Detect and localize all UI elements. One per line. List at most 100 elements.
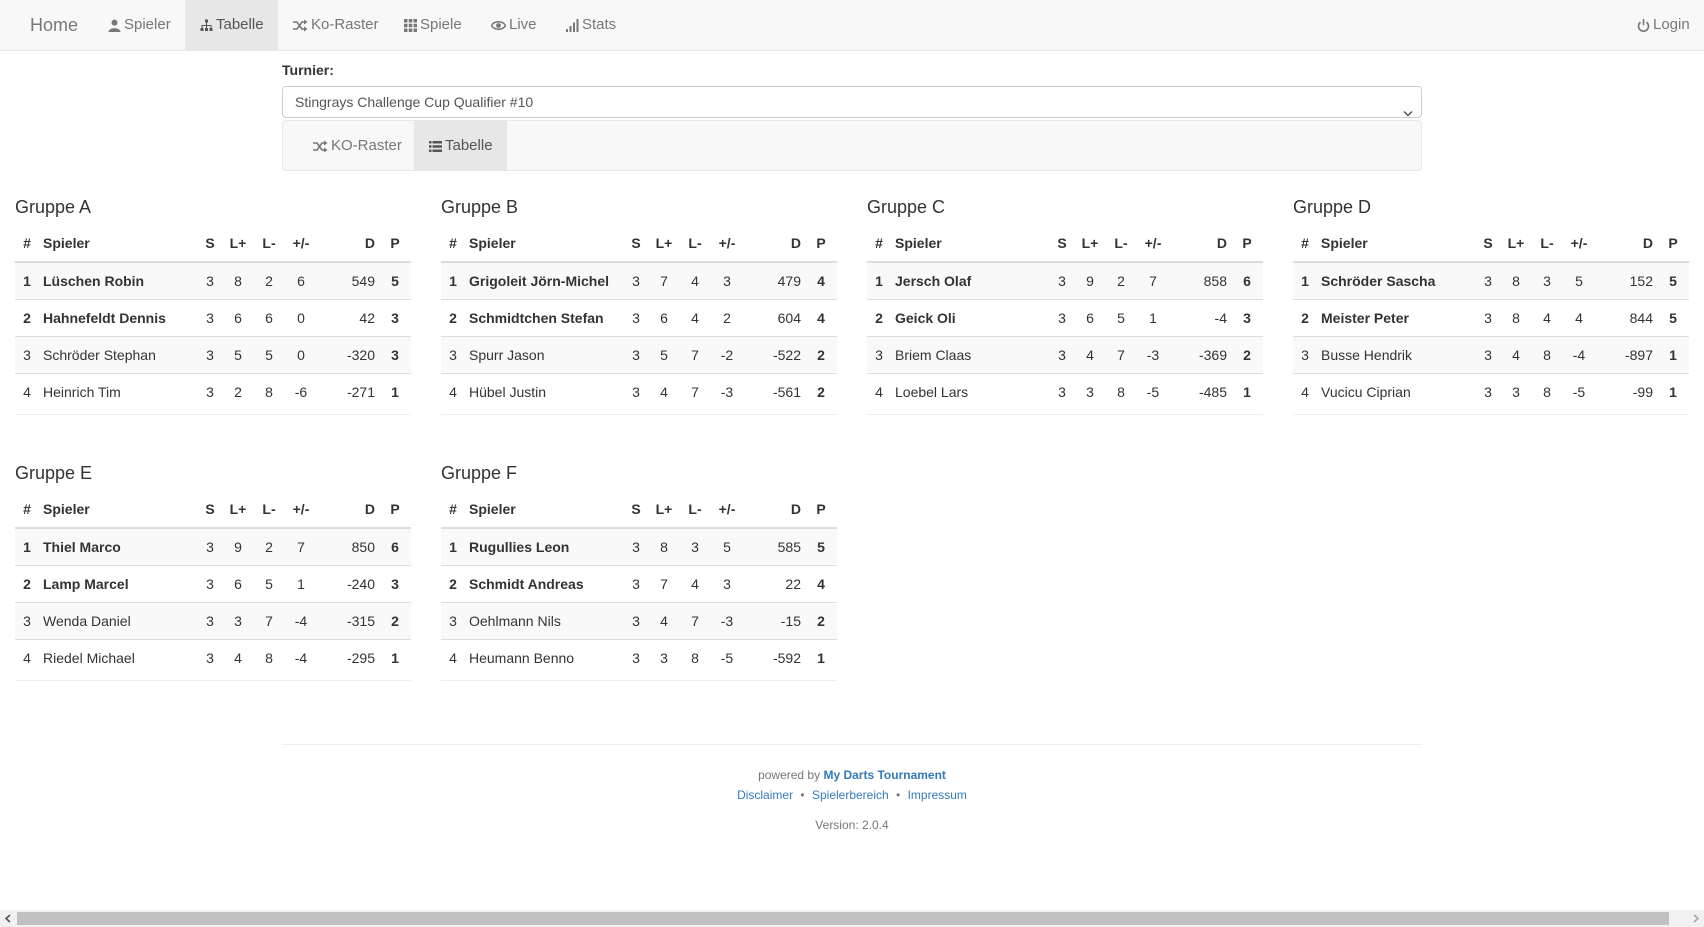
col-header-s: S (1051, 225, 1073, 263)
scrollbar-thumb[interactable] (17, 912, 1669, 925)
cell-name: Meister Peter (1317, 298, 1477, 336)
nav-item-ko-raster[interactable]: Ko-Raster (278, 0, 394, 50)
footer-powered-by: powered by (758, 768, 821, 782)
cell-s: 3 (199, 564, 221, 602)
col-header-lplus: L+ (647, 491, 681, 529)
cell-p: 5 (1657, 298, 1689, 336)
col-header-d: D (319, 225, 379, 263)
power-icon (1637, 18, 1650, 32)
cell-d: -592 (745, 638, 805, 676)
footer-link-impressum[interactable]: Impressum (908, 788, 967, 802)
cell-lplus: 6 (647, 298, 681, 336)
group-title: Gruppe B (441, 197, 519, 217)
cell-name: Wenda Daniel (39, 601, 199, 639)
footer-brand-link[interactable]: My Darts Tournament (823, 768, 945, 782)
footer-link-spielerbereich[interactable]: Spielerbereich (812, 788, 889, 802)
table-row: 3 Schröder Stephan 3 5 5 0 -320 3 (15, 335, 411, 373)
col-header-player: Spieler (465, 225, 625, 263)
table-row: 4 Hübel Justin 3 4 7 -3 -561 2 (441, 372, 837, 410)
col-header-lminus: L- (681, 491, 709, 529)
nav-item-stats[interactable]: Stats (551, 0, 631, 50)
cell-rank: 3 (441, 335, 465, 373)
cell-name: Heumann Benno (465, 638, 625, 676)
group-divider (1293, 414, 1689, 415)
cell-lminus: 5 (1107, 298, 1135, 336)
grid-icon (404, 18, 417, 32)
cell-diff: 3 (709, 262, 745, 299)
cell-diff: 7 (283, 528, 319, 565)
nav-item-live[interactable]: Live (476, 0, 552, 50)
cell-diff: 1 (1135, 298, 1171, 336)
cell-lminus: 4 (681, 298, 709, 336)
cell-diff: -4 (283, 638, 319, 676)
cell-diff: -4 (283, 601, 319, 639)
col-header-p: P (805, 491, 837, 529)
user-icon (108, 19, 121, 32)
scroll-right-arrow-icon[interactable] (1687, 910, 1704, 927)
cell-diff: 0 (283, 298, 319, 336)
group-title: Gruppe C (867, 197, 946, 217)
horizontal-scrollbar[interactable] (0, 910, 1704, 927)
cell-s: 3 (1051, 298, 1073, 336)
cell-p: 6 (379, 528, 411, 565)
subnav-item-tabelle[interactable]: Tabelle (414, 121, 507, 170)
table-row: 4 Riedel Michael 3 4 8 -4 -295 1 (15, 638, 411, 676)
col-header-player: Spieler (1317, 225, 1477, 263)
cell-name: Schröder Stephan (39, 335, 199, 373)
cell-s: 3 (1477, 335, 1499, 373)
table-row: 3 Briem Claas 3 4 7 -3 -369 2 (867, 335, 1263, 373)
cell-lminus: 7 (681, 335, 709, 373)
cell-lminus: 7 (681, 601, 709, 639)
nav-item-spiele[interactable]: Spiele (389, 0, 477, 50)
subnav-item-ko-raster[interactable]: KO-Raster (298, 121, 417, 170)
cell-s: 3 (199, 262, 221, 299)
cell-lplus: 3 (221, 601, 255, 639)
cell-name: Schmidtchen Stefan (465, 298, 625, 336)
scroll-left-arrow-icon[interactable] (0, 910, 17, 927)
table-row: 2 Lamp Marcel 3 6 5 1 -240 3 (15, 564, 411, 602)
cell-d: -315 (319, 601, 379, 639)
tournament-subnav: KO-Raster Tabelle (282, 120, 1422, 171)
cell-p: 1 (1231, 372, 1263, 410)
cell-lminus: 8 (681, 638, 709, 676)
cell-s: 3 (625, 262, 647, 299)
nav-login-link[interactable]: Login (1622, 0, 1704, 50)
group-standings-table: # Spieler S L+ L- +/- D P 1 Lüschen Robin… (15, 225, 411, 410)
table-body: 1 Grigoleit Jörn-Michel 3 7 4 3 479 4 2 Schmidtch… (441, 262, 837, 410)
table-row: 2 Schmidt Andreas 3 7 4 3 22 4 (441, 564, 837, 602)
col-header-d: D (1171, 225, 1231, 263)
col-header-diff: +/- (283, 491, 319, 529)
col-header-diff: +/- (1135, 225, 1171, 263)
cell-s: 3 (1051, 262, 1073, 299)
cell-d: -271 (319, 372, 379, 410)
cell-rank: 3 (15, 601, 39, 639)
cell-lplus: 2 (221, 372, 255, 410)
group-title: Gruppe F (441, 463, 518, 483)
random-icon (293, 19, 308, 32)
cell-p: 5 (1657, 262, 1689, 299)
cell-diff: 3 (709, 564, 745, 602)
cell-p: 1 (805, 638, 837, 676)
cell-diff: 7 (1135, 262, 1171, 299)
cell-p: 2 (805, 601, 837, 639)
cell-lplus: 3 (1499, 372, 1533, 410)
col-header-rank: # (441, 225, 465, 263)
nav-home-link[interactable]: Home (15, 0, 93, 50)
table-row: 2 Meister Peter 3 8 4 4 844 5 (1293, 298, 1689, 336)
nav-item-spieler[interactable]: Spieler (93, 0, 186, 50)
table-row: 3 Oehlmann Nils 3 4 7 -3 -15 2 (441, 601, 837, 639)
footer-link-disclaimer[interactable]: Disclaimer (737, 788, 793, 802)
cell-rank: 1 (15, 262, 39, 299)
cell-lplus: 9 (1073, 262, 1107, 299)
table-row: 4 Loebel Lars 3 3 8 -5 -485 1 (867, 372, 1263, 410)
cell-rank: 4 (867, 372, 891, 410)
cell-s: 3 (625, 335, 647, 373)
turnier-select[interactable]: Stingrays Challenge Cup Qualifier #10 (282, 86, 1422, 118)
col-header-lminus: L- (255, 491, 283, 529)
cell-rank: 1 (15, 528, 39, 565)
cell-p: 2 (805, 335, 837, 373)
cell-lminus: 7 (681, 372, 709, 410)
cell-p: 1 (379, 372, 411, 410)
nav-item-tabelle[interactable]: Tabelle (185, 0, 278, 50)
cell-lplus: 7 (647, 262, 681, 299)
